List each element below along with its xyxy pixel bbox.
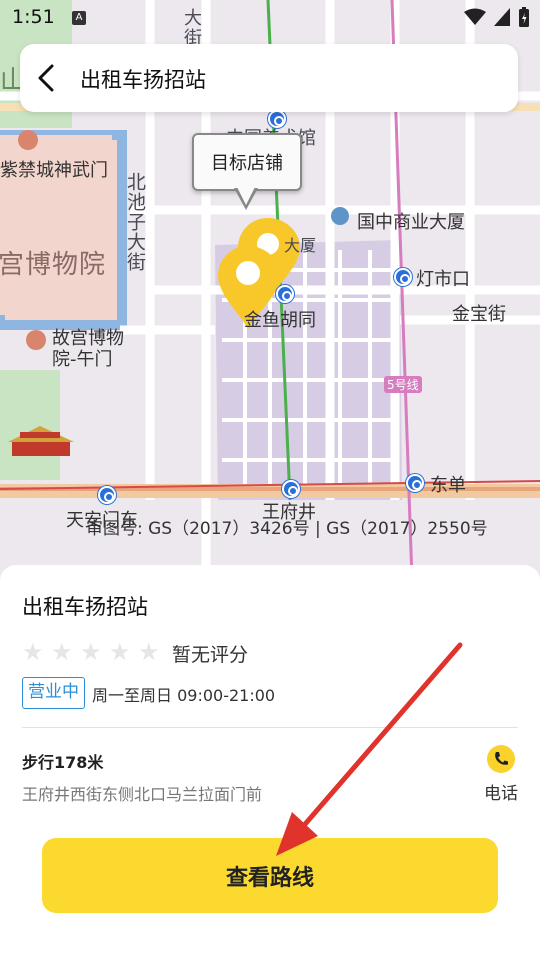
page-title: 出租车扬招站 bbox=[80, 68, 206, 92]
metro-station-icon bbox=[406, 474, 424, 492]
divider bbox=[22, 727, 518, 728]
map-label-shenwumen: 紫禁城神武门 bbox=[0, 160, 108, 181]
map-label-wumen-2: 院-午门 bbox=[52, 349, 113, 370]
callout-label: 目标店铺 bbox=[211, 153, 283, 174]
phone-label: 电话 bbox=[484, 784, 518, 804]
star-icon: ★ bbox=[51, 638, 73, 666]
battery-icon bbox=[519, 7, 529, 27]
star-icon: ★ bbox=[22, 638, 44, 666]
rating-stars: ★ ★ ★ ★ ★ bbox=[22, 638, 161, 666]
map-label-line5: 5号线 bbox=[384, 376, 422, 393]
phone-button[interactable]: 电话 bbox=[480, 745, 524, 805]
map-label-palace-museum: 宫博物院 bbox=[0, 250, 107, 280]
signal-icon bbox=[494, 8, 510, 26]
metro-station-icon bbox=[98, 486, 116, 504]
place-address: 王府井西街东侧北口马兰拉面门前 bbox=[22, 785, 263, 804]
opening-hours: 周一至周日 09:00-21:00 bbox=[92, 686, 276, 705]
status-bar: 1:51 A bbox=[0, 0, 540, 36]
back-button[interactable] bbox=[28, 58, 68, 98]
star-icon: ★ bbox=[80, 638, 102, 666]
status-badge: 营业中 bbox=[22, 677, 85, 709]
rating-text: 暂无评分 bbox=[172, 644, 249, 666]
notification-a-icon: A bbox=[72, 11, 86, 25]
view-route-button[interactable]: 查看路线 bbox=[42, 838, 498, 913]
place-name: 出租车扬招站 bbox=[22, 595, 148, 619]
map-copyright: 审图号: GS（2017）3426号 | GS（2017）2550号 bbox=[86, 519, 488, 539]
map-label-beichizi: 北池子大街 bbox=[124, 172, 146, 272]
map-label-dasha: 大厦 bbox=[284, 236, 317, 255]
map-label-guozhong: 国中商业大厦 bbox=[357, 212, 465, 233]
metro-station-icon bbox=[268, 110, 286, 128]
metro-station-icon bbox=[394, 268, 412, 286]
map-label-dengshikou: 灯市口 bbox=[416, 269, 470, 290]
star-icon: ★ bbox=[138, 638, 160, 666]
wifi-icon bbox=[464, 8, 486, 25]
map-label-dongdan: 东单 bbox=[430, 475, 466, 496]
phone-icon bbox=[487, 745, 515, 773]
chevron-left-icon bbox=[38, 64, 54, 92]
map-label-jinbaojie: 金宝街 bbox=[452, 304, 506, 325]
walk-distance: 步行178米 bbox=[22, 753, 104, 772]
star-icon: ★ bbox=[109, 638, 131, 666]
metro-station-icon bbox=[276, 285, 294, 303]
target-store-callout[interactable]: 目标店铺 bbox=[192, 133, 302, 211]
place-detail-sheet: 出租车扬招站 ★ ★ ★ ★ ★ 暂无评分 营业中 周一至周日 09:00-21… bbox=[0, 565, 540, 960]
header-card: 出租车扬招站 bbox=[20, 44, 518, 112]
status-time: 1:51 bbox=[12, 6, 55, 28]
map-label-jinyuhutong: 金鱼胡同 bbox=[244, 310, 316, 331]
metro-station-icon bbox=[282, 480, 300, 498]
